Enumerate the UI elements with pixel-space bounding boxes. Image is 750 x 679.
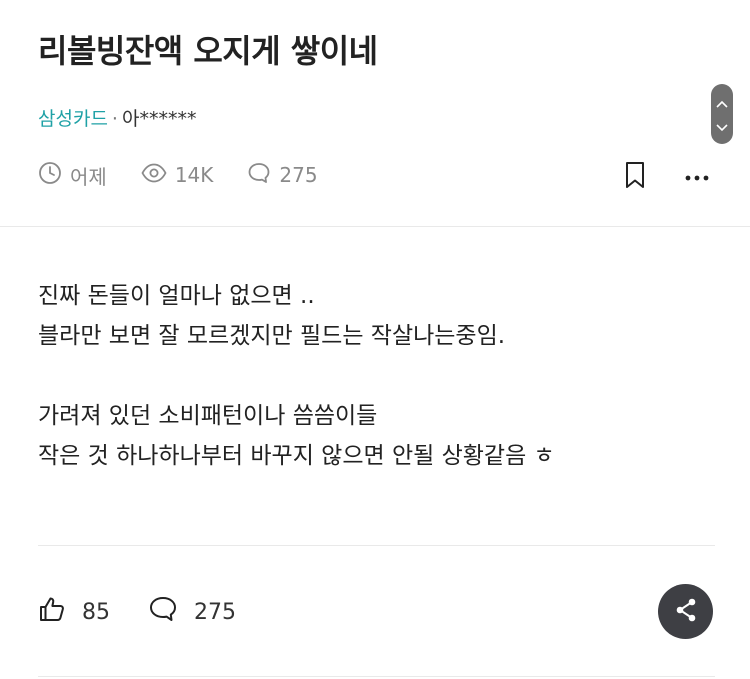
clock-icon bbox=[38, 161, 70, 190]
post-actions: 85 275 bbox=[38, 592, 274, 632]
body-line: 블라만 보면 잘 모르겠지만 필드는 작살나는중임. bbox=[38, 323, 506, 349]
scroll-control[interactable] bbox=[711, 84, 733, 144]
stat-time: 어제 bbox=[38, 161, 107, 190]
body-line: 진짜 돈들이 얼마나 없으면 .. bbox=[38, 283, 315, 309]
header-divider bbox=[0, 226, 750, 227]
bookmark-icon[interactable] bbox=[622, 160, 648, 194]
comment-icon bbox=[247, 161, 279, 190]
stat-comments-count: 275 bbox=[279, 163, 318, 187]
stat-views-count: 14K bbox=[174, 163, 214, 187]
author-name[interactable]: 아****** bbox=[122, 108, 196, 130]
body-line: 가려져 있던 소비패턴이나 씀씀이들 bbox=[38, 403, 378, 429]
more-icon[interactable] bbox=[684, 168, 710, 187]
share-icon[interactable] bbox=[674, 597, 698, 627]
body-divider bbox=[38, 545, 715, 546]
body-line: 작은 것 하나하나부터 바꾸지 않으면 안될 상황같음 ㅎ bbox=[38, 443, 555, 469]
company-link[interactable]: 삼성카드 bbox=[38, 108, 108, 130]
eye-icon bbox=[141, 163, 175, 188]
chevron-up-icon[interactable] bbox=[716, 93, 728, 112]
stat-views: 14K bbox=[141, 163, 214, 188]
share-button[interactable] bbox=[658, 584, 713, 639]
thumbs-up-icon[interactable] bbox=[38, 595, 82, 629]
comment-icon[interactable] bbox=[148, 595, 194, 629]
comment-button[interactable]: 275 bbox=[148, 595, 236, 629]
meta-separator: · bbox=[111, 108, 118, 130]
footer-divider bbox=[38, 676, 715, 677]
stat-time-label: 어제 bbox=[70, 164, 107, 189]
post-stats: 어제 14K 275 bbox=[38, 158, 352, 192]
like-count: 85 bbox=[82, 599, 110, 625]
body-blank-line bbox=[38, 356, 555, 396]
post-body: 진짜 돈들이 얼마나 없으면 .. 블라만 보면 잘 모르겠지만 필드는 작살나… bbox=[38, 276, 555, 476]
comment-count: 275 bbox=[194, 599, 236, 625]
post-meta: 삼성카드 · 아****** bbox=[38, 104, 196, 131]
post-title: 리볼빙잔액 오지게 쌓이네 bbox=[38, 32, 378, 70]
like-button[interactable]: 85 bbox=[38, 595, 110, 629]
chevron-down-icon[interactable] bbox=[716, 117, 728, 136]
stat-comments: 275 bbox=[247, 161, 318, 190]
